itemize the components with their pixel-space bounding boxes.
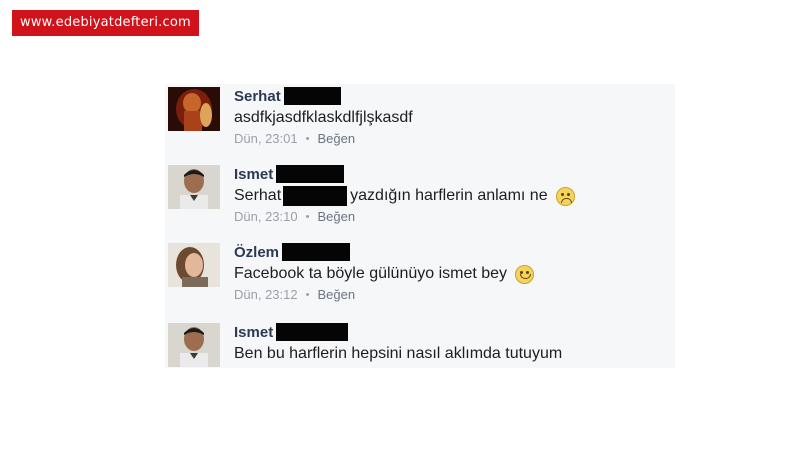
sad-face-icon: [555, 186, 575, 206]
like-button[interactable]: Beğen: [317, 209, 355, 224]
commenter-name[interactable]: Serhat: [234, 88, 281, 105]
meta-separator: •: [305, 288, 310, 301]
comment-text: Ben bu harflerin hepsini nasıl aklımda t…: [234, 345, 563, 362]
comment-text: Serhat yazdığın harflerin anlamı ne: [234, 186, 664, 206]
redaction-bar: [276, 165, 345, 183]
meta-separator: •: [305, 210, 310, 223]
comment-text-body: Facebook ta böyle gülünüyo ismet bey: [234, 265, 508, 282]
mention-text[interactable]: Serhat: [234, 187, 281, 205]
redaction-bar: [276, 323, 349, 341]
site-watermark: www.edebiyatdefteri.com: [12, 10, 199, 36]
commenter-name[interactable]: Özlem: [234, 244, 279, 261]
smiley-face-icon: [515, 264, 535, 284]
like-button[interactable]: Beğen: [317, 287, 355, 302]
comment-text-rest: yazdığın harflerin anlamı ne: [350, 187, 548, 204]
commenter-name[interactable]: Ismet: [234, 324, 273, 341]
redaction-bar: [283, 87, 341, 105]
comment-timestamp[interactable]: Dün, 23:01: [234, 131, 298, 146]
comment-text: asdfkjasdfklaskdlfjlşkasdf: [234, 109, 413, 126]
like-button[interactable]: Beğen: [317, 131, 355, 146]
comment-timestamp[interactable]: Dün, 23:10: [234, 209, 298, 224]
avatar[interactable]: [168, 323, 220, 367]
redaction-bar: [282, 243, 351, 261]
avatar[interactable]: [168, 243, 220, 287]
comment-timestamp[interactable]: Dün, 23:12: [234, 287, 298, 302]
comment-thread: Serhat asdfkjasdfklaskdlfjlşkasdf Dün, 2…: [165, 84, 675, 368]
commenter-name[interactable]: Ismet: [234, 166, 273, 183]
avatar[interactable]: [168, 87, 220, 131]
meta-separator: •: [305, 132, 310, 145]
avatar[interactable]: [168, 165, 220, 209]
redaction-bar: [283, 186, 348, 206]
comment-text: Facebook ta böyle gülünüyo ismet bey: [234, 264, 664, 284]
